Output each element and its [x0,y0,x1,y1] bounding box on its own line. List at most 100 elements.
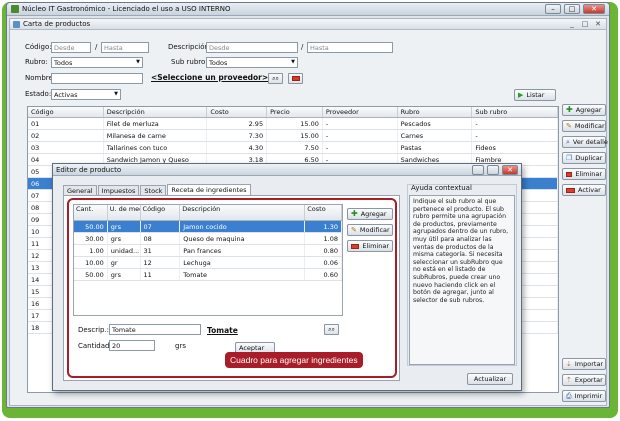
editor-close-button[interactable]: ✕ [502,164,518,175]
search-proveedor-button[interactable]: ⌕⌕ [268,73,283,84]
codigo-hasta-input[interactable]: Hasta [101,42,149,53]
ing-agregar-button[interactable]: ✚ Agregar [347,208,393,220]
delete-icon [566,171,573,177]
actualizar-button[interactable]: Actualizar [467,373,513,385]
exportar-button[interactable]: ⇡ Exportar [562,374,606,386]
ing-col-header[interactable]: Costo [305,205,342,220]
editor-maximize-button[interactable] [487,164,499,175]
editor-producto-dialog: Editor de producto ✕ General Impuestos S… [52,163,522,391]
maximize-button[interactable]: □ [564,4,580,14]
clear-proveedor-button[interactable] [288,73,303,84]
grid-col-header[interactable]: Descripción [104,107,208,117]
delete-icon [351,243,360,249]
table-cell: - [323,118,398,129]
ingrediente-cell: Jamon cocido [180,221,306,232]
agregar-label: Agregar [575,106,602,114]
play-icon: ▶ [518,91,524,99]
modificar-button[interactable]: ✎ Modificar [562,120,606,132]
rubro-select[interactable]: Todos [51,57,143,68]
child-maximize-button[interactable]: □ [580,20,590,28]
ingrediente-row[interactable]: 30.00 grs 08 Queso de maquina 1.08 [74,233,342,245]
tab-general[interactable]: General [63,185,97,195]
import-icon: ⇣ [566,359,572,368]
table-cell: Filet de merluza [104,118,208,129]
ing-col-header[interactable]: Código [141,205,181,220]
grid-col-header[interactable]: Sub rubro [472,107,558,117]
child-minimize-button[interactable]: _ [567,20,577,28]
ing-col-header[interactable]: Cant. [74,205,108,220]
agregar-button[interactable]: ✚ Agregar [562,104,606,116]
ingredientes-grid[interactable]: Cant.U. de medidaCódigoDescripciónCosto … [73,204,343,316]
descrip-link[interactable]: Tomate [207,326,238,335]
table-cell: Pastas [398,142,473,153]
eliminar-button[interactable]: Eliminar [562,168,606,180]
descripcion-hasta-input[interactable]: Hasta [307,42,393,53]
ingrediente-cell: 08 [141,233,181,244]
ing-col-header[interactable]: U. de medida [108,205,141,220]
duplicar-button[interactable]: ❐ Duplicar [562,152,606,164]
ingrediente-cell: 0.60 [305,269,342,280]
carta-titlebar: Carta de productos _ □ ✕ [10,19,606,30]
ver-detalle-button[interactable]: ⌕ Ver detalle [562,136,608,148]
child-close-button[interactable]: ✕ [593,20,603,28]
tab-impuestos[interactable]: Impuestos [97,185,140,195]
ingrediente-row[interactable]: 50.00 grs 11 Tomate 0.60 [74,269,342,281]
grid-col-header[interactable]: Código [28,107,104,117]
ingrediente-cell: 10.00 [74,257,108,268]
cantidad-input[interactable]: 20 [109,340,155,351]
grid-header: Código Descripción Costo Precio Proveedor Rub… [28,107,558,118]
minimize-button[interactable]: – [545,4,561,14]
descripcion-desde-input[interactable]: Desde [206,42,298,53]
editor-minimize-button[interactable] [472,164,484,175]
table-row[interactable]: 02 Milanesa de carne 7.30 15.00- Carnes - [28,130,558,142]
ing-modificar-button[interactable]: ✎ Modificar [347,224,393,236]
ing-eliminar-button[interactable]: Eliminar [347,240,393,252]
activar-button[interactable]: Activar [562,184,606,196]
ingrediente-row[interactable]: 1.00 unidad... 31 Pan frances 0.80 [74,245,342,257]
listar-button[interactable]: ▶ Listar [514,89,556,101]
ing-modificar-label: Modificar [359,226,390,234]
table-cell: 15.00 [267,130,323,141]
importar-button[interactable]: ⇣ Importar [562,358,606,370]
aceptar-label: Aceptar [239,344,265,352]
ing-agregar-label: Agregar [360,210,387,218]
table-row[interactable]: 01 Filet de merluza 2.95 15.00- Pescados - [28,118,558,130]
table-cell: 01 [28,118,104,129]
proveedor-link[interactable]: <Seleccione un proveedor> [151,73,268,82]
grid-col-header[interactable]: Proveedor [323,107,398,117]
search-ingrediente-button[interactable]: ⌕⌕ [324,324,339,335]
imprimir-button[interactable]: ⎙ Imprimir [562,390,606,402]
ingrediente-row[interactable]: 50.00 grs 07 Jamon cocido 1.30 [74,221,342,233]
table-cell: Carnes [398,130,473,141]
grid-col-header[interactable]: Costo [207,107,268,117]
cantidad-label: Cantidad: [78,342,112,350]
ingredientes-body: 50.00 grs 07 Jamon cocido 1.30 30.00 grs 08 Ques… [74,221,342,281]
estado-label: Estado: [25,90,52,98]
codigo-desde-input[interactable]: Desde [51,42,91,53]
grid-col-header[interactable]: Rubro [398,107,473,117]
close-button[interactable]: ✕ [583,4,605,14]
descrip-label: Descrip.: [78,326,110,334]
ingrediente-row[interactable]: 10.00 gr 12 Lechuga 0.06 [74,257,342,269]
exportar-label: Exportar [574,376,603,384]
descrip-input[interactable]: Tomate [109,324,201,335]
ingrediente-cell: 30.00 [74,233,108,244]
tab-stock[interactable]: Stock [140,185,167,195]
ing-col-header[interactable]: Descripción [180,205,306,220]
ingrediente-cell: Pan frances [180,245,306,256]
grid-col-header[interactable]: Precio [267,107,323,117]
nombre-input[interactable] [51,73,143,84]
document-icon [13,20,20,28]
subrubro-select[interactable]: Todos [206,57,298,68]
ingrediente-cell: grs [108,233,141,244]
tab-receta[interactable]: Receta de ingredientes [167,184,251,195]
table-row[interactable]: 03 Tallarines con tuco 4.30 7.50- Pastas Fide… [28,142,558,154]
ingrediente-cell: 12 [141,257,181,268]
table-cell: Milanesa de carne [104,130,208,141]
ingrediente-cell: Queso de maquina [180,233,306,244]
descripcion-label: Descripción: [168,43,212,51]
ingrediente-cell: 1.08 [305,233,342,244]
binoculars-icon: ⌕⌕ [328,326,335,333]
ingrediente-cell: 1.00 [74,245,108,256]
estado-select[interactable]: Activas [51,89,121,100]
